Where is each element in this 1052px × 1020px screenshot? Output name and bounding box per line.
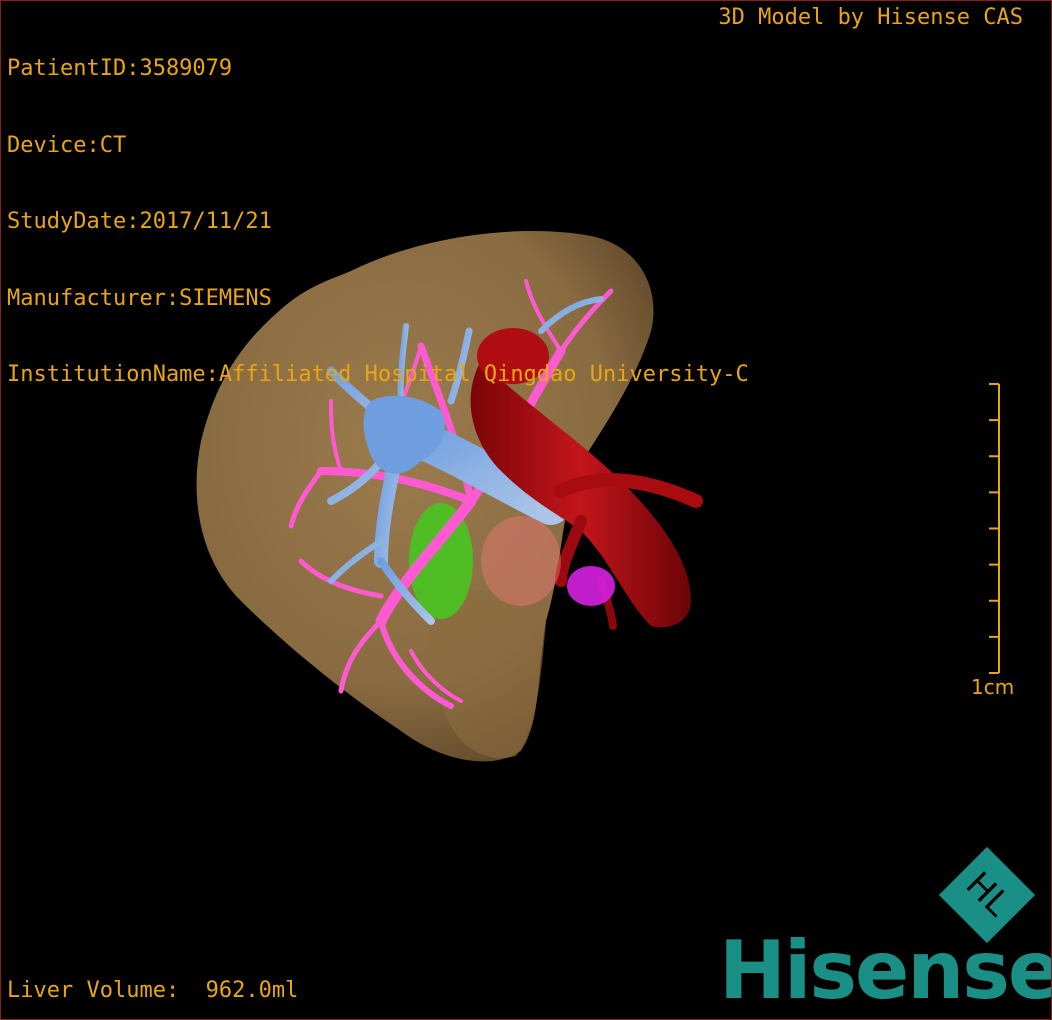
3d-viewport[interactable]: PatientID:3589079 Device:CT StudyDate:20… — [0, 0, 1052, 1020]
scale-ticks — [989, 383, 1000, 674]
manufacturer: Manufacturer:SIEMENS — [7, 285, 272, 311]
institution-name: InstitutionName:Affiliated Hospital Qing… — [7, 362, 749, 387]
study-info-overlay: PatientID:3589079 Device:CT StudyDate:20… — [7, 5, 749, 439]
patient-id: PatientID:3589079 — [7, 56, 233, 81]
scale-label: 1cm — [971, 675, 1015, 699]
hisense-wordmark: Hisense — [719, 924, 1052, 1017]
study-date: StudyDate:2017/11/21 — [7, 209, 272, 234]
liver-volume-readout: Liver Volume: 962.0ml — [7, 978, 299, 1003]
device: Device:CT — [7, 132, 127, 158]
model-credit: 3D Model by Hisense CAS — [718, 5, 1023, 30]
